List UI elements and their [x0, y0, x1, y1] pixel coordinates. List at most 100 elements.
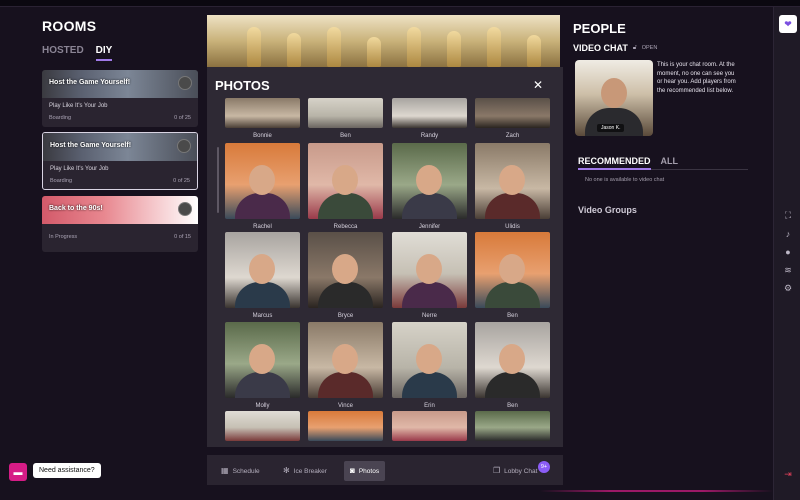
person-face	[416, 254, 442, 284]
photo-tile[interactable]	[225, 232, 300, 308]
room-subtitle: Play Like It's Your Job	[50, 166, 109, 172]
photo-name-label: Vince	[338, 403, 353, 409]
ice-breaker-label: Ice Breaker	[293, 467, 327, 475]
tab-all[interactable]: ALL	[661, 156, 679, 166]
photo-name-label: Nerre	[421, 313, 437, 319]
schedule-label: Schedule	[232, 467, 260, 475]
tab-recommended[interactable]: RECOMMENDED	[578, 156, 651, 170]
chat-bubbles-icon: ❐	[493, 466, 501, 475]
person-body	[235, 193, 290, 219]
photo-tile[interactable]	[392, 411, 467, 441]
host-avatar-icon	[178, 202, 192, 216]
tab-hosted[interactable]: HOSTED	[42, 45, 84, 61]
help-chat-icon[interactable]: ▬	[9, 463, 27, 481]
self-video-tile[interactable]: Jason K.	[575, 60, 653, 136]
person-face	[416, 165, 442, 195]
schedule-button[interactable]: ▦ Schedule	[215, 461, 266, 481]
room-card-2[interactable]: Host the Game Yourself! Play Like It's Y…	[42, 132, 198, 190]
microphone-icon[interactable]: ●	[782, 246, 794, 258]
room-card-1[interactable]: Host the Game Yourself! Play Like It's Y…	[42, 70, 198, 127]
side-toolbar: ❤ ⛶ ♪ ● ≋ ⚙ ⇥	[773, 7, 800, 500]
photo-tile[interactable]	[475, 232, 550, 308]
photos-modal: PHOTOS ✕ Bonnie Ben Randy Zach Rachel Rebecca…	[207, 67, 563, 447]
bottom-bar: ▦ Schedule ✻ Ice Breaker ◙ Photos ❐ Lobb…	[207, 455, 563, 485]
room-card-3[interactable]: Back to the 90s! In Progress 0 of 15	[42, 196, 198, 252]
host-avatar-icon	[177, 139, 191, 153]
camera-icon: ◙	[350, 466, 355, 475]
room-status: Boarding	[49, 115, 72, 121]
photo-tile[interactable]	[475, 322, 550, 398]
photo-tile[interactable]	[475, 411, 550, 441]
photo-name-label: Erin	[424, 403, 435, 409]
photo-tile[interactable]	[308, 143, 383, 219]
rooms-title: ROOMS	[42, 18, 97, 34]
photo-name-label: Rebecca	[333, 224, 358, 230]
gear-icon[interactable]: ⚙	[782, 282, 794, 294]
help-bubble[interactable]: Need assistance?	[33, 463, 101, 478]
photo-tile[interactable]	[392, 143, 467, 219]
photo-tile[interactable]	[225, 143, 300, 219]
rooms-panel: ROOMS HOSTED DIY	[42, 18, 200, 61]
volume-icon[interactable]: ♪	[782, 228, 794, 240]
photo-name-label: Ben	[340, 133, 351, 139]
photo-name-label: Zach	[505, 133, 520, 139]
photo-tile[interactable]	[308, 232, 383, 308]
photos-label: Photos	[358, 467, 380, 475]
person-body	[235, 372, 290, 398]
room-banner-label: Host the Game Yourself!	[50, 142, 132, 149]
person-body	[485, 282, 540, 308]
video-chat-header: VIDEO CHAT 🔓︎ OPEN	[573, 43, 657, 53]
photo-tile[interactable]	[392, 322, 467, 398]
room-tabs: HOSTED DIY	[42, 45, 200, 61]
person-body	[402, 282, 457, 308]
app-logo-icon[interactable]: ❤	[779, 15, 797, 33]
photo-tile[interactable]	[225, 98, 300, 128]
empty-recommended-text: No one is available to video chat	[585, 177, 665, 183]
user-face	[601, 78, 627, 108]
photo-tile[interactable]	[475, 98, 550, 128]
tab-diy[interactable]: DIY	[95, 45, 113, 61]
photo-tile[interactable]	[308, 98, 383, 128]
photo-tile[interactable]	[225, 322, 300, 398]
unlock-icon[interactable]: 🔓︎	[633, 45, 637, 52]
photo-name-label: Marcus	[252, 313, 273, 319]
photo-tile[interactable]	[475, 143, 550, 219]
photos-button[interactable]: ◙ Photos	[344, 461, 386, 481]
photo-name-label: Rachel	[253, 224, 272, 230]
photos-title: PHOTOS	[215, 78, 270, 93]
snowflake-icon: ✻	[283, 466, 290, 475]
lobby-chat-button[interactable]: ❐ Lobby Chat	[487, 461, 543, 481]
chat-room-info: This is your chat room. At the moment, n…	[657, 62, 736, 95]
person-face	[499, 254, 525, 284]
exit-icon[interactable]: ⇥	[782, 468, 794, 480]
room-banner: Host the Game Yourself!	[43, 133, 197, 161]
calendar-icon: ▦	[221, 466, 229, 475]
lobby-chat-label: Lobby Chat	[504, 467, 538, 475]
ice-breaker-button[interactable]: ✻ Ice Breaker	[277, 461, 333, 481]
people-tabs: RECOMMENDED ALL	[578, 156, 748, 170]
person-body	[318, 193, 373, 219]
photo-name-label: Molly	[255, 403, 270, 409]
person-face	[249, 254, 275, 284]
person-face	[249, 344, 275, 374]
person-face	[499, 165, 525, 195]
photo-tile[interactable]	[392, 232, 467, 308]
person-face	[416, 344, 442, 374]
photo-tile[interactable]	[308, 322, 383, 398]
room-banner-label: Back to the 90s!	[49, 205, 103, 212]
photo-tile[interactable]	[225, 411, 300, 441]
room-footer: In Progress 0 of 15	[42, 224, 198, 245]
room-status: Boarding	[50, 178, 73, 184]
accent-line	[540, 490, 773, 492]
photo-tile[interactable]	[392, 98, 467, 128]
scrollbar[interactable]	[217, 147, 219, 213]
signal-icon[interactable]: ≋	[782, 264, 794, 276]
room-footer: Boarding 0 of 25	[42, 109, 198, 126]
photo-name-label: Randy	[420, 133, 439, 139]
photo-name-label: Ben	[507, 313, 518, 319]
fullscreen-icon[interactable]: ⛶	[782, 209, 794, 221]
room-banner: Host the Game Yourself!	[42, 70, 198, 98]
room-status: In Progress	[49, 234, 78, 240]
close-icon[interactable]: ✕	[533, 79, 543, 91]
photo-tile[interactable]	[308, 411, 383, 441]
